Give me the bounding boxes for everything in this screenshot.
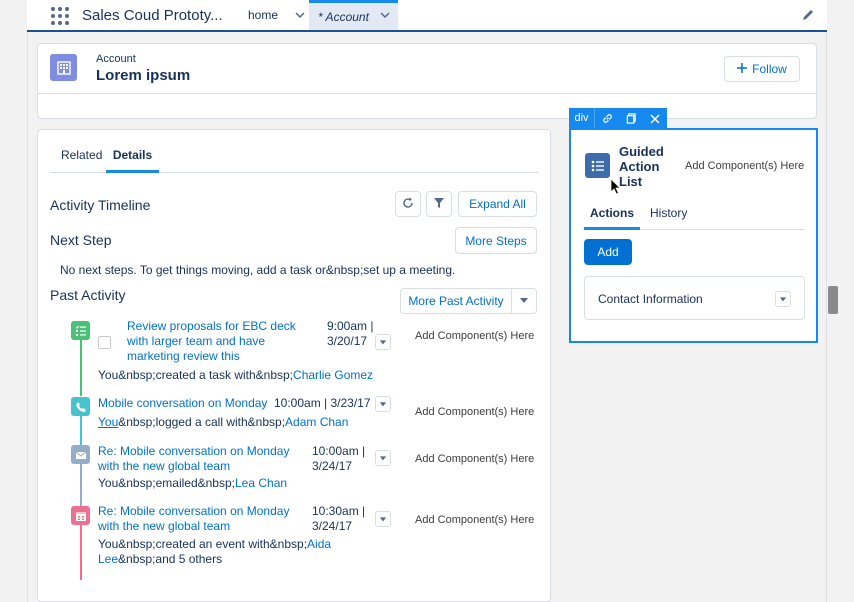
- timeline-item-menu[interactable]: [375, 450, 391, 466]
- timeline-item-title[interactable]: Review proposals for EBC deck with large…: [127, 319, 317, 364]
- add-component-placeholder: Add Component(s) Here: [415, 514, 535, 526]
- more-past-activity-button[interactable]: More Past Activity: [400, 288, 512, 314]
- guided-action-list-panel[interactable]: Guided Action List Add Component(s) Here…: [569, 128, 818, 343]
- timeline-item-title[interactable]: Re: Mobile conversation on Monday with t…: [98, 444, 303, 474]
- timeline-item-date: 9:00am | 3/20/17: [327, 319, 374, 348]
- add-component-placeholder: Add Component(s) Here: [415, 453, 535, 465]
- copy-icon[interactable]: [619, 108, 643, 129]
- timeline-line: [80, 336, 82, 396]
- add-component-placeholder: Add Component(s) Here: [415, 406, 535, 418]
- guided-action-title: Guided Action List: [619, 144, 664, 189]
- record-type-label: Account: [96, 53, 136, 65]
- related-contact-link[interactable]: Adam Chan: [285, 415, 348, 429]
- plus-icon: [737, 62, 748, 76]
- timeline-item-date: 10:30am | 3/24/17: [312, 504, 366, 533]
- timeline-item-date: 10:00am | 3/24/17: [312, 444, 366, 473]
- close-icon[interactable]: [643, 108, 667, 129]
- contact-information-label: Contact Information: [598, 292, 703, 306]
- timeline-item-subtext: You&nbsp;created an event with&nbsp;Aida…: [98, 537, 332, 566]
- refresh-button[interactable]: [395, 191, 421, 217]
- timeline-line: [80, 525, 82, 580]
- mouse-cursor-icon: [610, 178, 621, 198]
- record-header: Account Lorem ipsum Follow: [37, 43, 817, 119]
- phone-icon: [71, 397, 90, 416]
- action-list-icon: [585, 153, 610, 178]
- detail-card: Related Details Activity Timeline Expand…: [37, 129, 551, 602]
- add-component-placeholder: Add Component(s) Here: [415, 330, 535, 342]
- no-next-steps-text: No next steps. To get things moving, add…: [60, 263, 456, 277]
- refresh-icon: [402, 197, 414, 212]
- task-icon: [71, 321, 90, 340]
- record-tabs: Related Details: [50, 146, 538, 173]
- top-navigation: Sales Coud Prototy... home * Account: [27, 0, 827, 32]
- past-activity-menu-button[interactable]: [511, 288, 537, 314]
- tab-related[interactable]: Related: [61, 146, 102, 173]
- timeline-item-date: 10:00am | 3/23/17: [274, 396, 371, 410]
- app-name: Sales Coud Prototy...: [82, 7, 223, 24]
- timeline-line: [80, 464, 82, 512]
- chevron-down-icon[interactable]: [380, 9, 390, 23]
- contact-information-section[interactable]: Contact Information: [584, 276, 805, 320]
- timeline-item-title[interactable]: Re: Mobile conversation on Monday with t…: [98, 504, 303, 534]
- tab-actions[interactable]: Actions: [584, 206, 640, 230]
- timeline-item-title[interactable]: Mobile conversation on Monday: [98, 396, 278, 411]
- nav-tab-home[interactable]: home: [239, 0, 309, 30]
- account-icon: [50, 54, 77, 81]
- timeline-item-menu[interactable]: [375, 334, 391, 350]
- tab-history[interactable]: History: [650, 206, 687, 230]
- edit-pencil-icon[interactable]: [801, 8, 815, 25]
- timeline-item-menu[interactable]: [375, 511, 391, 527]
- related-contact-link[interactable]: Lea Chan: [235, 476, 287, 490]
- chevron-down-icon[interactable]: [295, 9, 305, 23]
- filter-button[interactable]: [426, 191, 452, 217]
- past-activity-title: Past Activity: [50, 287, 126, 303]
- related-contact-link[interactable]: Charlie Gomez: [293, 368, 373, 382]
- add-action-button[interactable]: Add: [584, 239, 632, 265]
- record-name: Lorem ipsum: [96, 67, 191, 84]
- add-component-placeholder: Add Component(s) Here: [685, 160, 805, 172]
- guided-action-tabs: Actions History: [584, 206, 805, 230]
- email-icon: [71, 445, 90, 464]
- timeline-item-subtext: You&nbsp;created a task with&nbsp;Charli…: [98, 368, 374, 382]
- calendar-icon: [71, 506, 90, 525]
- left-gutter: [0, 0, 27, 602]
- timeline-item-subtext: You&nbsp;logged a call with&nbsp;Adam Ch…: [98, 415, 349, 429]
- more-steps-button[interactable]: More Steps: [455, 227, 537, 254]
- timeline-item-subtext: You&nbsp;emailed&nbsp;Lea Chan: [98, 476, 288, 490]
- contact-information-menu[interactable]: [775, 291, 791, 307]
- component-toolbar: div: [569, 108, 667, 129]
- link-icon[interactable]: [595, 108, 619, 129]
- task-checkbox[interactable]: [98, 336, 111, 349]
- tab-details[interactable]: Details: [106, 146, 159, 173]
- nav-tab-account-label: * Account: [318, 9, 369, 24]
- next-step-title: Next Step: [50, 232, 112, 248]
- follow-button-label: Follow: [752, 62, 787, 76]
- you-link[interactable]: You: [98, 415, 118, 429]
- header-divider: [38, 93, 816, 94]
- activity-timeline-title: Activity Timeline: [50, 197, 151, 213]
- filter-icon: [433, 197, 445, 212]
- follow-button[interactable]: Follow: [724, 56, 800, 82]
- component-type-label: div: [569, 108, 595, 129]
- expand-all-button[interactable]: Expand All: [458, 191, 537, 217]
- resize-handle[interactable]: [828, 286, 838, 314]
- app-launcher-icon[interactable]: [51, 7, 69, 25]
- nav-tab-account[interactable]: * Account: [309, 0, 398, 30]
- nav-tab-home-label: home: [248, 8, 279, 22]
- timeline-item-menu[interactable]: [375, 396, 391, 412]
- caret-down-icon: [519, 294, 529, 308]
